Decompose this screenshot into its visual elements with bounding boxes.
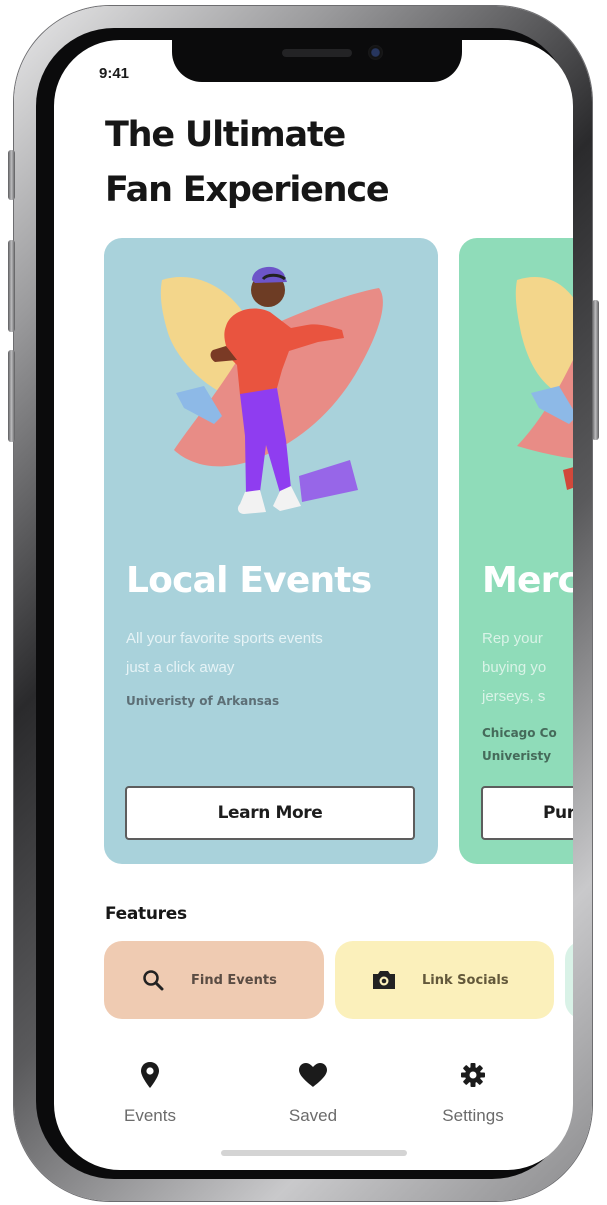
heart-icon	[298, 1058, 328, 1092]
local-events-card[interactable]: Local Events All your favorite sports ev…	[104, 238, 438, 864]
speaker-grille	[282, 49, 352, 57]
card-school-line-2: Univeristy	[482, 749, 552, 763]
status-time: 9:41	[99, 65, 130, 82]
card-description: All your favorite sports events just a c…	[126, 624, 426, 682]
notch	[172, 40, 462, 82]
power-button	[592, 300, 599, 440]
find-events-chip[interactable]: Find Events	[104, 941, 324, 1019]
location-pin-icon	[140, 1058, 160, 1092]
purchase-button[interactable]: Pur	[481, 786, 573, 840]
card-description: Rep your buying yo jerseys, s	[482, 624, 573, 711]
gear-icon	[460, 1058, 486, 1092]
chip-label: Find Events	[191, 972, 277, 988]
volume-down-button	[8, 350, 15, 442]
card-description-line-3: jerseys, s	[482, 688, 546, 705]
card-description-line-2: just a click away	[126, 659, 235, 676]
card-school-line-1: Chicago Co	[482, 726, 557, 740]
card-description-line-1: All your favorite sports events	[126, 630, 323, 647]
card-carousel[interactable]: Local Events All your favorite sports ev…	[54, 238, 573, 864]
card-title: Merc	[482, 560, 573, 601]
nav-label: Saved	[288, 1106, 338, 1125]
camera-icon	[371, 967, 397, 993]
features-heading: Features	[105, 904, 187, 924]
nav-item-events[interactable]: Events	[95, 1058, 205, 1126]
search-icon	[140, 967, 166, 993]
home-indicator[interactable]	[221, 1150, 407, 1156]
bottom-nav: Events Saved Settings	[54, 1058, 573, 1138]
front-camera	[368, 45, 383, 60]
nav-label: Events	[124, 1106, 176, 1125]
card-schools: Chicago Co Univeristy	[482, 722, 557, 768]
card-title: Local Events	[126, 560, 372, 601]
page-title-line-2: Fan Experience	[105, 170, 390, 210]
silent-switch	[8, 150, 15, 200]
card-school: Univeristy of Arkansas	[126, 694, 280, 708]
more-features-chip[interactable]	[565, 941, 573, 1019]
app-screen: 9:41 The Ultimate Fan Experience Local E…	[54, 40, 573, 1170]
page-title-line-1: The Ultimate	[105, 115, 346, 155]
page-title: The Ultimate Fan Experience	[105, 108, 505, 218]
learn-more-button[interactable]: Learn More	[125, 786, 415, 840]
nav-label: Settings	[442, 1106, 504, 1125]
nav-item-saved[interactable]: Saved	[258, 1058, 368, 1126]
fan-illustration	[160, 266, 383, 514]
card-description-line-2: buying yo	[482, 659, 547, 676]
card-description-line-1: Rep your	[482, 630, 543, 647]
merch-card[interactable]: Merc Rep your buying yo jerseys, s Chica…	[459, 238, 573, 864]
chip-label: Link Socials	[422, 972, 509, 988]
volume-up-button	[8, 240, 15, 332]
link-socials-chip[interactable]: Link Socials	[335, 941, 554, 1019]
nav-item-settings[interactable]: Settings	[418, 1058, 528, 1126]
merch-illustration	[515, 276, 573, 490]
